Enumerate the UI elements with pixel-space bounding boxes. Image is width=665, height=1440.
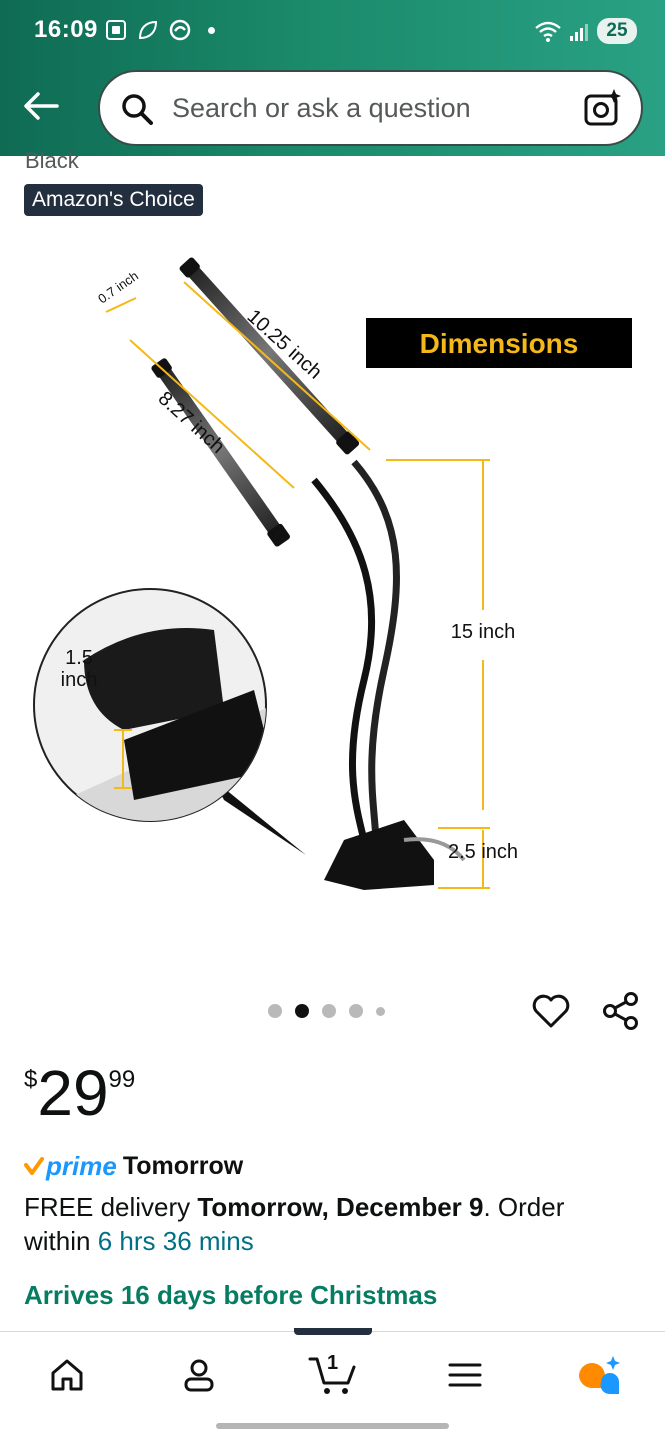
delivery-prefix: FREE delivery xyxy=(24,1192,198,1222)
wifi-icon xyxy=(535,21,561,42)
clip-base xyxy=(324,820,434,890)
status-bar: 16:09 25 xyxy=(0,0,665,62)
search-bar[interactable] xyxy=(98,70,643,146)
prime-check-icon xyxy=(24,1157,44,1175)
gesture-home-bar xyxy=(216,1423,449,1429)
price: $ 29 99 xyxy=(24,1058,135,1128)
status-time: 16:09 xyxy=(34,16,98,43)
carousel-dot[interactable] xyxy=(322,1004,336,1018)
dim-label-clip-opening: 1.5 xyxy=(65,647,93,669)
dim-label-clip-opening-unit: inch xyxy=(61,669,98,691)
carousel-dot[interactable] xyxy=(376,1006,385,1016)
price-fraction: 99 xyxy=(108,1066,136,1093)
gooseneck-left xyxy=(311,477,376,841)
search-input[interactable] xyxy=(172,82,572,134)
status-system-icons: 25 xyxy=(533,18,637,44)
back-button[interactable] xyxy=(16,82,66,130)
image-carousel-dots xyxy=(268,1004,385,1018)
christmas-arrival-message: Arrives 16 days before Christmas xyxy=(24,1280,438,1310)
delivery-date: Tomorrow, December 9 xyxy=(197,1192,484,1222)
arrow-left-icon xyxy=(24,92,59,120)
prime-delivery-row: prime Tomorrow xyxy=(24,1150,243,1182)
person-icon xyxy=(184,1359,214,1392)
price-whole: 29 xyxy=(37,1057,109,1129)
leaf-notification-icon xyxy=(138,20,158,40)
dim-label-clip: 2.5 inch xyxy=(448,841,518,863)
cart-count: 1 xyxy=(327,1352,339,1374)
prime-logo: prime xyxy=(46,1150,117,1181)
app-header: 16:09 25 Search or ask a question xyxy=(0,0,665,156)
gooseneck-right xyxy=(351,459,400,841)
amazons-choice-badge: Amazon's Choice xyxy=(24,184,203,216)
active-tab-indicator xyxy=(294,1328,372,1335)
dim-label-height: 15 inch xyxy=(451,621,516,643)
edge-notification-icon xyxy=(169,19,191,41)
carousel-dot-active[interactable] xyxy=(295,1004,309,1018)
share-icon[interactable] xyxy=(600,990,642,1032)
delivery-info: FREE delivery Tomorrow, December 9. Orde… xyxy=(24,1190,624,1258)
nav-cart[interactable]: 1 xyxy=(305,1350,361,1400)
dim-label-width: 0.7 inch xyxy=(95,268,141,306)
more-notifications-dot xyxy=(208,26,215,34)
nav-menu[interactable] xyxy=(440,1350,490,1400)
home-icon xyxy=(51,1359,83,1391)
heart-icon[interactable] xyxy=(530,990,572,1032)
lamp-bar-left xyxy=(151,358,291,547)
bottom-navigation: 1 xyxy=(0,1328,665,1415)
price-currency: $ xyxy=(24,1066,38,1093)
delivery-countdown: 6 hrs 36 mins xyxy=(97,1226,254,1256)
nav-rufus[interactable] xyxy=(574,1350,624,1400)
battery-level: 25 xyxy=(597,18,637,44)
dim-label-short-bar: 8.27 inch xyxy=(154,387,229,458)
search-icon xyxy=(122,94,153,125)
rufus-ai-icon xyxy=(579,1356,620,1395)
cellular-signal-icon xyxy=(570,24,588,41)
dimensions-banner-text: Dimensions xyxy=(420,328,579,359)
carousel-dot[interactable] xyxy=(349,1004,363,1018)
prime-day: Tomorrow xyxy=(122,1151,244,1180)
screenshot-notification-icon xyxy=(106,20,126,40)
nav-home[interactable] xyxy=(42,1350,92,1400)
status-notifications xyxy=(104,18,215,42)
nav-account[interactable] xyxy=(174,1350,224,1400)
carousel-dot[interactable] xyxy=(268,1004,282,1018)
menu-icon xyxy=(448,1363,482,1387)
camera-lens-icon[interactable] xyxy=(583,88,623,128)
variant-label: Black xyxy=(25,148,79,173)
product-image[interactable]: Dimensions 0.7 inch 10.25 inch 8.27 inch… xyxy=(24,240,644,940)
